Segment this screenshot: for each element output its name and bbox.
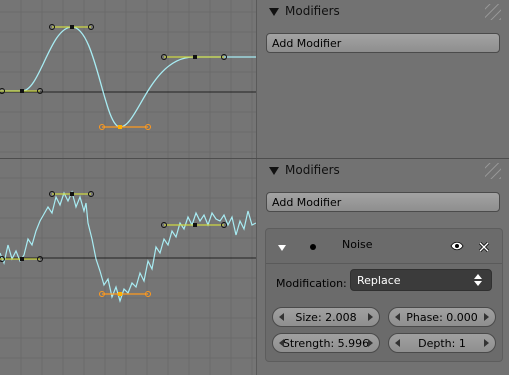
arrow-right-icon[interactable] — [368, 313, 373, 321]
grip-icon[interactable] — [485, 163, 501, 179]
strength-value: Strength: 5.996 — [282, 337, 370, 350]
arrow-right-icon[interactable] — [484, 339, 489, 347]
bottom-editor: Modifiers Add Modifier Noise Modificatio… — [0, 159, 509, 375]
eye-icon[interactable] — [450, 241, 464, 251]
modifier-name: Noise — [342, 238, 373, 251]
modification-value: Replace — [357, 274, 401, 287]
phase-field[interactable]: Phase: 0.000 — [388, 307, 496, 327]
close-icon[interactable] — [478, 241, 490, 253]
add-modifier-button[interactable]: Add Modifier — [266, 33, 500, 53]
updown-arrows-icon — [474, 274, 482, 286]
modifiers-header[interactable]: Modifiers — [257, 0, 509, 24]
keyframes — [20, 25, 197, 129]
phase-value: Phase: 0.000 — [406, 311, 478, 324]
handles — [0, 193, 224, 295]
size-value: Size: 2.008 — [295, 311, 357, 324]
panel-title: Modifiers — [285, 163, 340, 177]
panel-title: Modifiers — [285, 4, 340, 18]
grid — [0, 0, 256, 158]
handle-points — [0, 24, 227, 130]
modifiers-header[interactable]: Modifiers — [257, 159, 509, 183]
modification-select[interactable]: Replace — [350, 269, 492, 291]
depth-field[interactable]: Depth: 1 — [388, 333, 496, 353]
properties-panel-top: Modifiers Add Modifier — [257, 0, 509, 158]
depth-value: Depth: 1 — [418, 337, 466, 350]
disclosure-icon[interactable] — [278, 245, 286, 251]
grid — [0, 159, 256, 375]
dot-icon[interactable] — [310, 244, 316, 250]
arrow-right-icon[interactable] — [368, 339, 373, 347]
top-editor: Modifiers Add Modifier — [0, 0, 509, 158]
modification-label: Modification: — [276, 277, 347, 290]
graph-view-bottom[interactable] — [0, 159, 256, 375]
modifier-header: Noise — [266, 229, 502, 264]
noisy-fcurve — [0, 190, 256, 304]
properties-panel-bottom: Modifiers Add Modifier Noise Modificatio… — [257, 159, 509, 375]
add-modifier-button[interactable]: Add Modifier — [266, 192, 500, 212]
fcurve-editor: Modifiers Add Modifier Modifiers Add Mod… — [0, 0, 509, 375]
size-field[interactable]: Size: 2.008 — [272, 307, 380, 327]
strength-field[interactable]: Strength: 5.996 — [272, 333, 380, 353]
grip-icon[interactable] — [485, 4, 501, 20]
triangle-down-icon[interactable] — [269, 8, 279, 16]
handle-points — [0, 191, 227, 297]
triangle-down-icon[interactable] — [269, 167, 279, 175]
noise-modifier: Noise Modification: Replace Size: 2.008 … — [265, 228, 503, 362]
graph-view-top[interactable] — [0, 0, 256, 158]
arrow-right-icon[interactable] — [484, 313, 489, 321]
